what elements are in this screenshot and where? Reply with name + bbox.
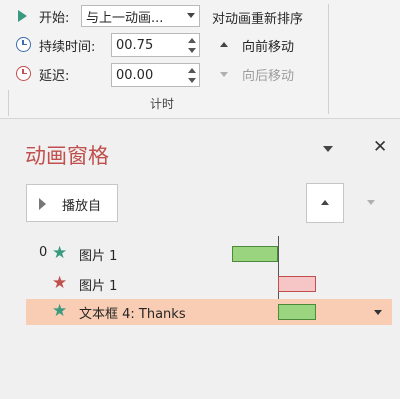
delay-spin-buttons[interactable] xyxy=(188,67,196,84)
chevron-down-icon xyxy=(323,146,333,152)
play-icon xyxy=(15,9,29,23)
chevron-down-icon xyxy=(367,200,375,205)
chevron-down-icon xyxy=(220,72,228,77)
pane-title: 动画窗格 xyxy=(25,144,109,168)
item-index: 0 xyxy=(39,245,48,260)
play-icon xyxy=(39,198,46,210)
delay-label: 延迟: xyxy=(39,69,70,84)
animation-item[interactable]: 0 ★ 图片 1 xyxy=(26,241,392,267)
chevron-down-icon[interactable] xyxy=(374,310,382,315)
move-up-button[interactable] xyxy=(306,183,344,223)
item-label: 图片 1 xyxy=(79,249,118,264)
timing-bar[interactable] xyxy=(278,276,316,292)
start-label: 开始: xyxy=(39,11,70,26)
reorder-title: 对动画重新排序 xyxy=(212,12,304,27)
duration-spinner[interactable]: 00.75 xyxy=(111,33,200,57)
clock-icon xyxy=(15,36,31,52)
move-earlier-button[interactable]: 向前移动 xyxy=(216,35,316,55)
chevron-up-icon xyxy=(220,42,228,47)
timing-ribbon: 开始: 与上一动画... 持续时间: 00.75 延迟: 00.00 对动画重新… xyxy=(0,0,400,119)
duration-label: 持续时间: xyxy=(39,40,96,55)
chevron-up-icon xyxy=(321,200,329,205)
group-separator xyxy=(328,4,329,114)
move-later-button[interactable]: 向后移动 xyxy=(216,64,316,84)
decrement-icon[interactable] xyxy=(188,48,196,53)
star-icon: ★ xyxy=(52,243,68,263)
item-label: 文本框 4: Thanks xyxy=(79,307,186,322)
animation-pane: 动画窗格 ✕ 播放自 0 ★ 图片 1 ★ 图片 1 ★ 文本框 4: Than… xyxy=(0,121,400,399)
start-value: 与上一动画... xyxy=(86,10,164,26)
star-icon: ★ xyxy=(52,273,68,293)
animation-item-selected[interactable]: ★ 文本框 4: Thanks xyxy=(26,299,392,325)
delay-clock-icon xyxy=(15,65,31,81)
increment-icon[interactable] xyxy=(188,68,196,73)
decrement-icon[interactable] xyxy=(188,78,196,83)
delay-value: 00.00 xyxy=(116,67,154,83)
start-dropdown[interactable]: 与上一动画... xyxy=(81,5,200,27)
star-icon: ★ xyxy=(52,301,68,321)
timing-bar[interactable] xyxy=(232,246,278,262)
chevron-down-icon xyxy=(187,13,195,18)
delay-spinner[interactable]: 00.00 xyxy=(111,63,200,87)
animation-item[interactable]: ★ 图片 1 xyxy=(26,271,392,297)
play-from-button[interactable]: 播放自 xyxy=(26,184,118,222)
duration-spin-buttons[interactable] xyxy=(188,37,196,54)
increment-icon[interactable] xyxy=(188,38,196,43)
timing-bar[interactable] xyxy=(278,304,316,320)
item-label: 图片 1 xyxy=(79,279,118,294)
pane-options-button[interactable] xyxy=(323,145,333,153)
move-down-button[interactable] xyxy=(351,183,391,223)
duration-value: 00.75 xyxy=(116,37,154,53)
play-from-label: 播放自 xyxy=(62,199,102,214)
timing-group-label: 计时 xyxy=(150,97,175,111)
close-icon[interactable]: ✕ xyxy=(373,137,387,157)
group-separator xyxy=(8,90,9,116)
move-earlier-label: 向前移动 xyxy=(242,40,295,55)
move-later-label: 向后移动 xyxy=(242,69,295,84)
